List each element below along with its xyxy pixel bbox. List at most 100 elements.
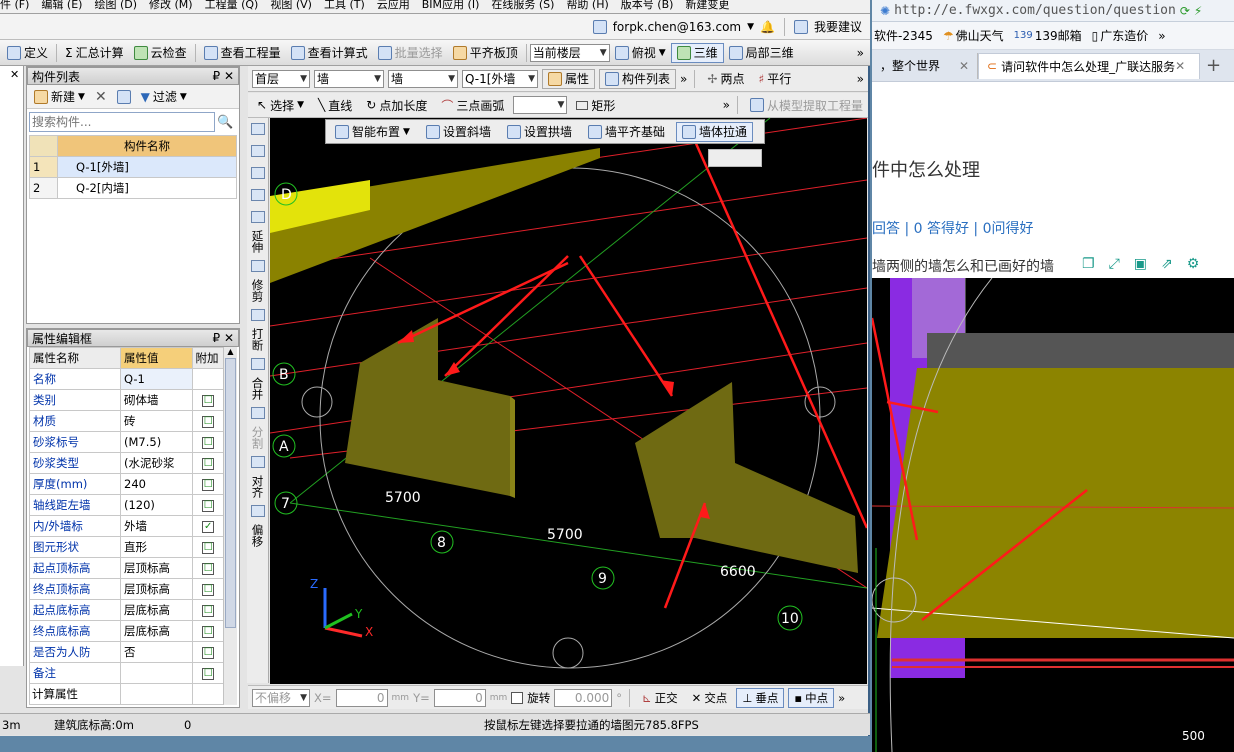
sum-calc-button[interactable]: Σ 汇总计算: [60, 43, 129, 63]
table-row[interactable]: 2 Q-2[内墙]: [29, 177, 237, 199]
property-value[interactable]: (M7.5): [120, 431, 193, 453]
view-formula-button[interactable]: 查看计算式: [286, 43, 373, 63]
share-icon[interactable]: ⇗: [1161, 256, 1173, 272]
tool-icon[interactable]: [250, 407, 265, 419]
property-row[interactable]: 起点顶标高 层顶标高 ☐: [29, 557, 225, 579]
tool-icon[interactable]: [250, 260, 265, 272]
midpoint-button[interactable]: ▪ 中点: [788, 687, 835, 708]
search-input[interactable]: [29, 112, 215, 132]
property-row[interactable]: 是否为人防否 ☐: [29, 641, 225, 663]
property-value[interactable]: 直形: [120, 536, 193, 558]
property-row[interactable]: 终点顶标高 层顶标高 ☐: [29, 578, 225, 600]
menu-item[interactable]: 工程量 (Q): [205, 0, 259, 12]
overflow-chevron-icon[interactable]: »: [1158, 29, 1165, 43]
save-icon[interactable]: ▣: [1134, 256, 1147, 272]
two-point-button[interactable]: ✢ 两点: [702, 69, 749, 89]
property-value[interactable]: (120): [120, 494, 193, 516]
filter-button[interactable]: ▼ 过滤 ▼: [136, 87, 192, 107]
tool-2[interactable]: 打断: [250, 328, 266, 351]
property-attach-checkbox[interactable]: ☐: [191, 641, 225, 663]
rotate-checkbox[interactable]: [511, 691, 524, 704]
tab-active[interactable]: ⊂ 请问软件中怎么处理_广联达服务 ✕: [978, 52, 1200, 79]
scroll-thumb[interactable]: [225, 358, 236, 628]
menu-item[interactable]: 帮助 (H): [566, 0, 608, 12]
scroll-up-icon[interactable]: ▲: [224, 347, 237, 356]
pin-icon[interactable]: ₽: [212, 69, 220, 83]
x-input[interactable]: 0: [335, 688, 388, 707]
menu-item[interactable]: BIM应用 (I): [422, 0, 480, 12]
tab-inactive[interactable]: ，整个世界 ✕: [872, 52, 978, 79]
batch-select-button[interactable]: 批量选择: [373, 43, 448, 63]
tool-6[interactable]: 偏移: [250, 524, 266, 547]
fullscreen-icon[interactable]: ⤢: [1109, 256, 1120, 272]
property-value[interactable]: 砖: [120, 410, 193, 432]
pin-icon[interactable]: ₽: [212, 331, 220, 345]
select-tool-button[interactable]: ↖ 选择 ▼: [252, 95, 309, 115]
arc-mode-select[interactable]: ▼: [513, 96, 568, 114]
y-input[interactable]: 0: [433, 688, 486, 707]
element-subtype-select[interactable]: 墙 ▼: [388, 69, 458, 88]
property-value[interactable]: 层底标高: [120, 599, 193, 621]
property-row[interactable]: 计算属性: [29, 683, 225, 705]
property-value[interactable]: 否: [120, 641, 193, 663]
property-attach-checkbox[interactable]: ☐: [191, 599, 225, 621]
define-button[interactable]: 定义: [2, 43, 53, 63]
cloud-check-button[interactable]: 云检查: [129, 43, 192, 63]
floor-select[interactable]: 当前楼层 ▼: [529, 43, 610, 62]
tool-1[interactable]: 修剪: [250, 279, 266, 302]
property-attach-checkbox[interactable]: ☐: [191, 557, 225, 579]
close-icon[interactable]: ✕: [959, 59, 969, 73]
property-row[interactable]: 终点底标高 层底标高 ☐: [29, 620, 225, 642]
menu-item[interactable]: 新建变更: [685, 0, 729, 12]
perpendicular-button[interactable]: ⊥ 垂点: [736, 687, 785, 708]
property-row[interactable]: 材质砖 ☐: [29, 410, 225, 432]
property-attach-checkbox[interactable]: [191, 683, 225, 705]
tool-icon[interactable]: [250, 189, 265, 201]
property-value[interactable]: 层底标高: [120, 620, 193, 642]
tool-icon[interactable]: [250, 123, 265, 135]
new-tab-icon[interactable]: +: [1206, 55, 1221, 76]
component-select[interactable]: Q-1[外墙 ▼: [462, 69, 538, 88]
new-component-button[interactable]: 新建 ▼: [29, 87, 90, 107]
tool-icon[interactable]: [250, 145, 265, 157]
property-row[interactable]: 名称 Q-1: [29, 368, 225, 390]
overflow-chevron-icon[interactable]: »: [723, 98, 730, 112]
menu-item[interactable]: 编辑 (E): [41, 0, 82, 12]
suggest-button[interactable]: 我要建议: [814, 18, 862, 35]
tool-icon[interactable]: [250, 211, 265, 223]
tool-icon[interactable]: [250, 456, 265, 468]
property-row[interactable]: 类别 砌体墙 ☐: [29, 389, 225, 411]
property-value[interactable]: 层顶标高: [120, 578, 193, 600]
property-value[interactable]: Q-1: [120, 368, 193, 390]
floor-level-select[interactable]: 首层 ▼: [252, 69, 310, 88]
bell-icon[interactable]: 🔔: [760, 20, 775, 34]
rotation-handle[interactable]: [552, 637, 584, 669]
menu-item[interactable]: 云应用: [377, 0, 410, 12]
rectangle-tool-button[interactable]: 矩形: [571, 95, 620, 115]
account-email[interactable]: forpk.chen@163.com: [613, 20, 741, 34]
menu-item[interactable]: 工具 (T): [324, 0, 365, 12]
property-row[interactable]: 图元形状 直形 ☐: [29, 536, 225, 558]
close-icon[interactable]: ✕: [224, 331, 234, 345]
bookmark[interactable]: 软件-2345: [874, 27, 933, 44]
view-top-button[interactable]: 俯视 ▼: [610, 43, 671, 63]
property-attach-checkbox[interactable]: ☐: [191, 389, 225, 411]
property-value[interactable]: 层顶标高: [120, 557, 193, 579]
menu-item[interactable]: 绘图 (D): [94, 0, 137, 12]
ortho-button[interactable]: ⊾ 正交: [637, 688, 683, 708]
intersect-button[interactable]: ✕ 交点: [687, 688, 733, 708]
menu-item[interactable]: 在线服务 (S): [491, 0, 554, 12]
tool-icon[interactable]: [250, 167, 265, 179]
delete-component-button[interactable]: ✕: [90, 87, 112, 107]
angle-input[interactable]: 0.000: [554, 688, 613, 707]
component-list-button[interactable]: 构件列表: [599, 68, 677, 89]
property-attach-checkbox[interactable]: ☐: [191, 578, 225, 600]
chevron-down-icon[interactable]: ▼: [747, 22, 754, 32]
overflow-chevron-icon[interactable]: »: [857, 72, 868, 86]
wall-pull-through-button[interactable]: 墙体拉通: [675, 121, 753, 142]
property-attach-checkbox[interactable]: [191, 368, 225, 390]
property-attach-checkbox[interactable]: ✓: [191, 515, 225, 537]
property-attach-checkbox[interactable]: ☐: [191, 494, 225, 516]
property-value[interactable]: [120, 683, 193, 705]
align-board-button[interactable]: 平齐板顶: [448, 43, 523, 63]
